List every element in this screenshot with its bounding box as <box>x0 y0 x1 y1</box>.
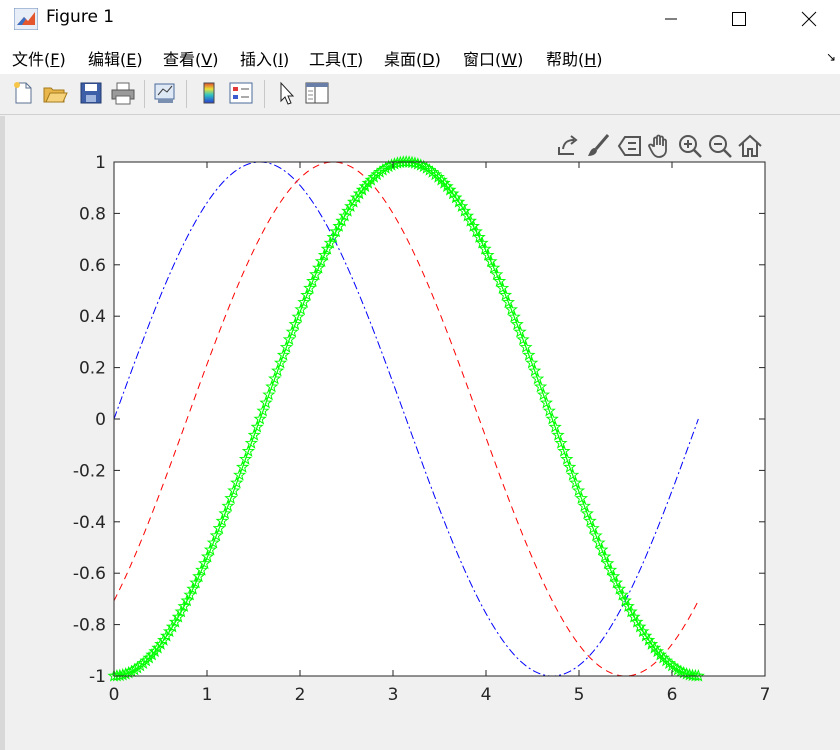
toolbar-separator <box>264 80 265 108</box>
close-button[interactable] <box>786 0 832 38</box>
close-icon <box>801 11 817 27</box>
export-icon[interactable] <box>554 132 582 160</box>
minimize-button[interactable] <box>648 0 694 38</box>
menu-edit[interactable]: 编辑(E) <box>88 46 143 70</box>
new-figure-icon[interactable] <box>10 80 36 106</box>
window-edge <box>0 116 5 750</box>
minimize-icon <box>665 18 677 20</box>
matlab-icon <box>14 8 38 30</box>
menu-desktop[interactable]: 桌面(D) <box>384 46 441 70</box>
toolbar-separator <box>144 80 145 108</box>
property-inspector-icon[interactable] <box>304 80 330 106</box>
menu-window[interactable]: 窗口(W) <box>463 46 523 70</box>
figure-canvas[interactable] <box>6 116 840 750</box>
title-bar: Figure 1 <box>0 0 840 38</box>
colorbar-icon[interactable] <box>196 80 222 106</box>
menu-view[interactable]: 查看(V) <box>163 46 218 70</box>
dock-arrow-icon[interactable]: ↘ <box>826 50 836 64</box>
zoom-out-icon[interactable] <box>706 132 734 160</box>
menu-help[interactable]: 帮助(H) <box>546 46 603 70</box>
menu-bar: 文件(F) 编辑(E) 查看(V) 插入(I) 工具(T) 桌面(D) 窗口(W… <box>0 38 840 74</box>
menu-insert[interactable]: 插入(I) <box>240 46 289 70</box>
maximize-button[interactable] <box>716 0 762 38</box>
window-title: Figure 1 <box>46 7 115 27</box>
menu-tools[interactable]: 工具(T) <box>309 46 363 70</box>
print-icon[interactable] <box>110 80 136 106</box>
home-icon[interactable] <box>736 132 764 160</box>
axes-toolbar <box>554 132 768 160</box>
brush-icon[interactable] <box>584 132 612 160</box>
data-tips-icon[interactable] <box>616 132 644 160</box>
maximize-icon <box>732 12 746 26</box>
link-plot-icon[interactable] <box>152 80 178 106</box>
open-icon[interactable] <box>42 80 68 106</box>
legend-icon[interactable] <box>228 80 254 106</box>
figure-toolbar <box>0 74 840 115</box>
menu-file[interactable]: 文件(F) <box>12 46 66 70</box>
pointer-icon[interactable] <box>274 80 300 106</box>
toolbar-separator <box>186 80 187 108</box>
pan-icon[interactable] <box>646 132 674 160</box>
save-icon[interactable] <box>78 80 104 106</box>
zoom-in-icon[interactable] <box>676 132 704 160</box>
